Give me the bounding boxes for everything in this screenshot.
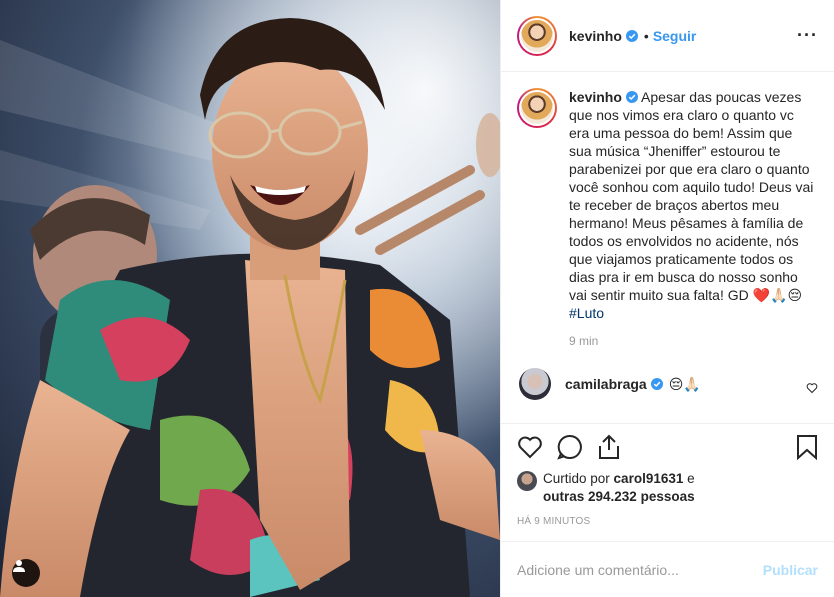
follow-button[interactable]: Seguir [653, 28, 697, 44]
likes-conjunction: e [683, 471, 695, 486]
others-likes-link[interactable]: outras 294.232 pessoas [543, 489, 695, 504]
heart-icon[interactable] [517, 435, 543, 459]
verified-badge-icon [625, 29, 638, 42]
comments-section: kevinho Apesar das poucas vezes que nos … [501, 72, 834, 423]
caption-body: kevinho Apesar das poucas vezes que nos … [569, 88, 818, 350]
likes-prefix: Curtido por [543, 471, 614, 486]
instagram-post: kevinho • Seguir ··· kevinho Apesar das … [0, 0, 834, 597]
comment-text: 😔🙏🏻 [668, 375, 701, 392]
others-suffix: pessoas [636, 489, 695, 504]
commenter-username[interactable]: camilabraga [565, 376, 647, 392]
liker-avatar[interactable] [517, 471, 537, 491]
post-photo[interactable] [0, 0, 500, 597]
others-prefix: outras [543, 489, 589, 504]
likes-text: Curtido por carol91631 e outras 294.232 … [543, 470, 695, 506]
comment-like-heart-icon[interactable] [806, 382, 818, 394]
author-avatar[interactable] [517, 15, 557, 56]
author-username[interactable]: kevinho [569, 28, 622, 44]
verified-badge-icon [625, 91, 638, 103]
comment-icon[interactable] [557, 434, 583, 460]
post-side-panel: kevinho • Seguir ··· kevinho Apesar das … [500, 0, 834, 597]
person-glyph [13, 560, 25, 572]
hashtag-link[interactable]: #Luto [569, 305, 604, 321]
action-bar [517, 424, 818, 470]
bookmark-icon[interactable] [796, 434, 818, 460]
photo-illustration [0, 0, 500, 597]
caption-text: Apesar das poucas vezes que nos vimos er… [569, 89, 814, 303]
likes-count: 294.232 [588, 489, 637, 504]
caption-timestamp[interactable]: 9 min [569, 332, 818, 350]
post-caption: kevinho Apesar das poucas vezes que nos … [517, 88, 818, 350]
verified-badge-icon [650, 378, 663, 390]
share-icon[interactable] [597, 434, 621, 460]
more-options-icon[interactable]: ··· [797, 25, 818, 46]
commenter-avatar[interactable] [519, 368, 551, 400]
likes-summary: Curtido por carol91631 e outras 294.232 … [517, 470, 818, 506]
publish-button[interactable]: Publicar [763, 562, 818, 578]
caption-username[interactable]: kevinho [569, 89, 622, 105]
comment-input[interactable] [517, 561, 763, 578]
comment-item: camilabraga 😔🙏🏻 [517, 368, 818, 400]
user-tag-icon[interactable] [12, 559, 40, 587]
post-actions-area: Curtido por carol91631 e outras 294.232 … [501, 423, 834, 527]
first-liker-username[interactable]: carol91631 [614, 471, 684, 486]
separator-dot: • [643, 27, 649, 44]
caption-author-avatar[interactable] [517, 88, 557, 128]
add-comment-bar: Publicar [501, 541, 834, 597]
post-age[interactable]: HÁ 9 MINUTOS [517, 516, 818, 527]
post-header: kevinho • Seguir ··· [501, 0, 834, 72]
